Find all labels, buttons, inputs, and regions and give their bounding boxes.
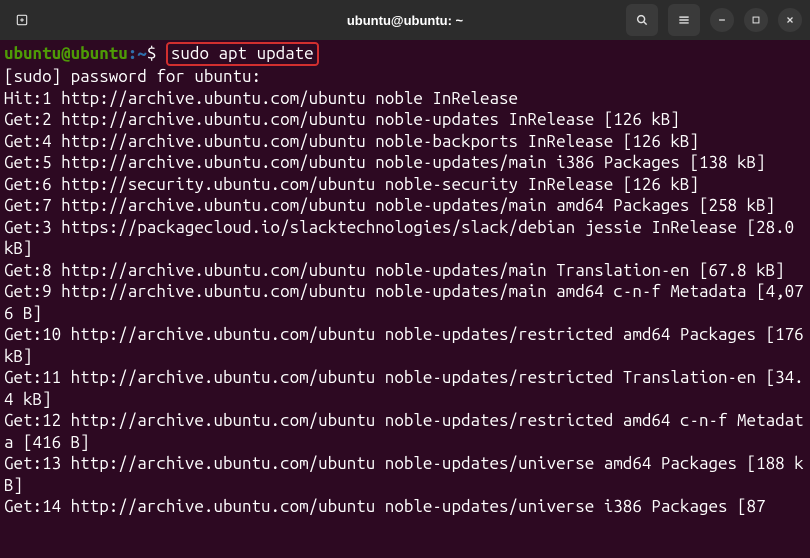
minimize-button[interactable]	[710, 8, 734, 32]
titlebar: ubuntu@ubuntu: ~	[0, 0, 810, 40]
prompt-symbol: $	[147, 44, 157, 63]
output-lines: [sudo] password for ubuntu: Hit:1 http:/…	[4, 67, 810, 516]
search-button[interactable]	[626, 4, 658, 36]
command-text: sudo apt update	[171, 44, 314, 63]
terminal-output[interactable]: ubuntu@ubuntu:~$ sudo apt update [sudo] …	[0, 40, 810, 558]
prompt-separator: :	[128, 44, 138, 63]
menu-button[interactable]	[668, 4, 700, 36]
new-tab-button[interactable]	[8, 4, 36, 36]
prompt-path: ~	[137, 44, 147, 63]
close-button[interactable]	[778, 8, 802, 32]
maximize-button[interactable]	[744, 8, 768, 32]
window-title: ubuntu@ubuntu: ~	[347, 13, 463, 28]
prompt-userhost: ubuntu@ubuntu	[4, 44, 128, 63]
command-highlight: sudo apt update	[166, 42, 319, 66]
